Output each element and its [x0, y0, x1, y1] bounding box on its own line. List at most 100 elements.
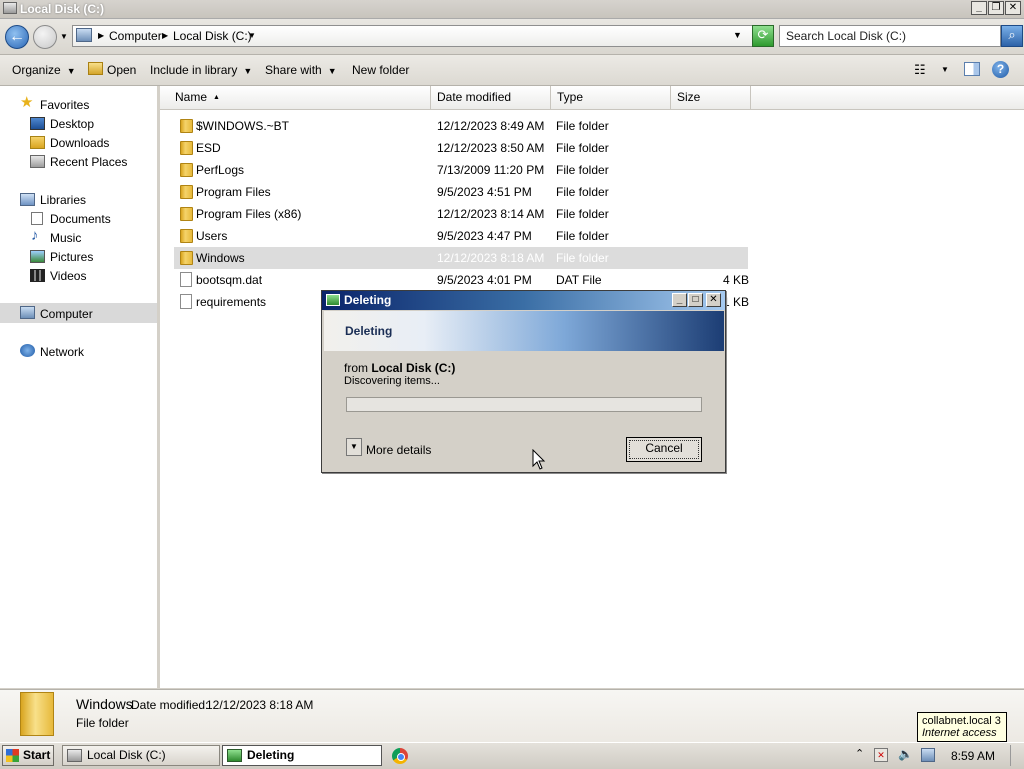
favorites-star-icon: ★	[20, 94, 34, 111]
dialog-status: Discovering items...	[344, 375, 440, 387]
recent-places-icon	[30, 155, 45, 168]
volume-muted-icon[interactable]: 🔈	[898, 747, 913, 761]
network-tooltip: collabnet.local 3 Internet access	[917, 712, 1007, 742]
column-date-label: Date modified	[437, 90, 512, 104]
nav-favorites[interactable]: Favorites	[40, 98, 89, 112]
view-options-icon[interactable]: ☷	[914, 62, 926, 78]
file-name: PerfLogs	[196, 163, 245, 177]
nav-documents[interactable]: Documents	[50, 212, 111, 226]
column-type[interactable]: Type	[551, 86, 671, 109]
restore-button[interactable]: ❐	[988, 1, 1004, 15]
folder-icon	[180, 185, 193, 199]
search-input[interactable]: Search Local Disk (C:)	[779, 25, 1001, 47]
dialog-title-bar[interactable]: Deleting _ □ ✕	[322, 291, 725, 310]
dialog-copy-icon	[326, 294, 340, 306]
preview-pane-icon[interactable]	[964, 62, 980, 76]
view-chevron-down-icon[interactable]: ▼	[941, 65, 949, 74]
table-row[interactable]: PerfLogs 7/13/2009 11:20 PM File folder	[174, 159, 748, 181]
minimize-button[interactable]: _	[971, 1, 987, 15]
nav-music[interactable]: Music	[50, 231, 81, 245]
cancel-button[interactable]: Cancel	[626, 437, 702, 462]
file-date: 12/12/2023 8:49 AM	[437, 119, 545, 133]
dialog-maximize-button[interactable]: □	[688, 293, 703, 307]
computer-icon	[76, 28, 92, 42]
clock[interactable]: 8:59 AM	[951, 749, 995, 763]
taskbar-deleting-button[interactable]: Deleting	[222, 745, 382, 766]
open-button[interactable]: Open	[88, 62, 136, 77]
column-size-label: Size	[677, 90, 701, 104]
breadcrumb-separator-icon[interactable]: ▶	[162, 31, 168, 40]
table-row[interactable]: Program Files 9/5/2023 4:51 PM File fold…	[174, 181, 748, 203]
table-row[interactable]: $WINDOWS.~BT 12/12/2023 8:49 AM File fol…	[174, 115, 748, 137]
recent-pages-chevron-icon[interactable]: ▼	[60, 32, 68, 41]
computer-icon	[20, 306, 35, 319]
refresh-button[interactable]: ⟳	[752, 25, 774, 47]
nav-recent-places[interactable]: Recent Places	[50, 155, 127, 169]
dialog-from-line: from Local Disk (C:)	[344, 361, 455, 375]
breadcrumb-separator-icon[interactable]: ▶	[98, 31, 104, 40]
file-icon	[180, 294, 192, 309]
file-name: bootsqm.dat	[196, 273, 263, 287]
action-center-icon[interactable]: ✕	[874, 748, 888, 762]
dialog-banner: Deleting	[324, 311, 724, 351]
chrome-center-icon	[397, 753, 405, 761]
column-name[interactable]: Name ▲	[169, 86, 431, 109]
breadcrumb-local-disk[interactable]: Local Disk (C:)	[173, 29, 252, 43]
share-with-label: Share with	[265, 63, 322, 77]
breadcrumb-computer[interactable]: Computer	[109, 29, 162, 43]
details-type: File folder	[76, 716, 129, 730]
column-size[interactable]: Size	[671, 86, 751, 109]
more-details-label[interactable]: More details	[366, 443, 431, 457]
table-row[interactable]: ESD 12/12/2023 8:50 AM File folder	[174, 137, 748, 159]
nav-network[interactable]: Network	[40, 345, 84, 359]
folder-icon	[180, 141, 193, 155]
desktop-icon	[30, 117, 45, 130]
back-button[interactable]: ←	[5, 25, 29, 49]
table-row[interactable]: bootsqm.dat 9/5/2023 4:01 PM DAT File 4 …	[174, 269, 750, 291]
include-in-library-button[interactable]: Include in library ▼	[150, 63, 252, 77]
nav-videos[interactable]: Videos	[50, 269, 86, 283]
windows-logo-icon	[6, 749, 19, 762]
close-button[interactable]: ✕	[1005, 1, 1021, 15]
file-size: 4 KB	[723, 273, 750, 287]
dialog-minimize-button[interactable]: _	[672, 293, 687, 307]
nav-computer-row[interactable]: Computer	[0, 303, 157, 323]
deleting-dialog: Deleting _ □ ✕ Deleting from Local Disk …	[321, 290, 726, 473]
folder-icon	[180, 163, 193, 177]
more-details-toggle[interactable]: ▼	[346, 438, 362, 456]
nav-pictures[interactable]: Pictures	[50, 250, 93, 264]
taskbar: Start Local Disk (C:) Deleting ⌃ ✕ 🔈 8:5…	[0, 742, 1024, 769]
share-with-button[interactable]: Share with ▼	[265, 63, 337, 77]
dialog-close-button[interactable]: ✕	[706, 293, 721, 307]
nav-desktop[interactable]: Desktop	[50, 117, 94, 131]
libraries-icon	[20, 193, 35, 206]
address-box[interactable]: ▶ Computer ▶ Local Disk (C:) ▼ ▼	[72, 25, 772, 47]
open-folder-icon	[88, 62, 103, 75]
table-row[interactable]: Users 9/5/2023 4:47 PM File folder	[174, 225, 748, 247]
new-folder-button[interactable]: New folder	[352, 63, 409, 77]
breadcrumb-separator-icon[interactable]: ▼	[248, 31, 256, 40]
address-dropdown-icon[interactable]: ▼	[733, 30, 742, 40]
forward-button[interactable]	[33, 25, 57, 49]
help-icon[interactable]: ?	[992, 61, 1009, 78]
tooltip-line-2: Internet access	[922, 727, 997, 739]
file-type: File folder	[556, 251, 609, 265]
search-icon[interactable]: ⌕	[1001, 25, 1023, 47]
table-row[interactable]: Program Files (x86) 12/12/2023 8:14 AM F…	[174, 203, 748, 225]
column-date-modified[interactable]: Date modified	[431, 86, 551, 109]
taskbar-explorer-button[interactable]: Local Disk (C:)	[62, 745, 220, 766]
window-title-bar[interactable]: Local Disk (C:) _ ❐ ✕	[0, 0, 1024, 19]
network-status-icon[interactable]	[921, 748, 935, 762]
table-row-selected[interactable]: Windows 12/12/2023 8:18 AM File folder	[174, 247, 748, 269]
new-folder-label: New folder	[352, 63, 410, 77]
start-button[interactable]: Start	[2, 745, 54, 766]
show-hidden-icons-icon[interactable]: ⌃	[855, 747, 864, 760]
nav-libraries[interactable]: Libraries	[40, 193, 86, 207]
show-desktop-button[interactable]	[1010, 745, 1023, 766]
chevron-down-icon: ▼	[66, 66, 76, 76]
nav-downloads[interactable]: Downloads	[50, 136, 109, 150]
organize-button[interactable]: Organize ▼	[12, 63, 76, 77]
column-name-label: Name	[175, 90, 208, 104]
folder-icon	[180, 251, 193, 265]
videos-icon	[30, 269, 45, 282]
